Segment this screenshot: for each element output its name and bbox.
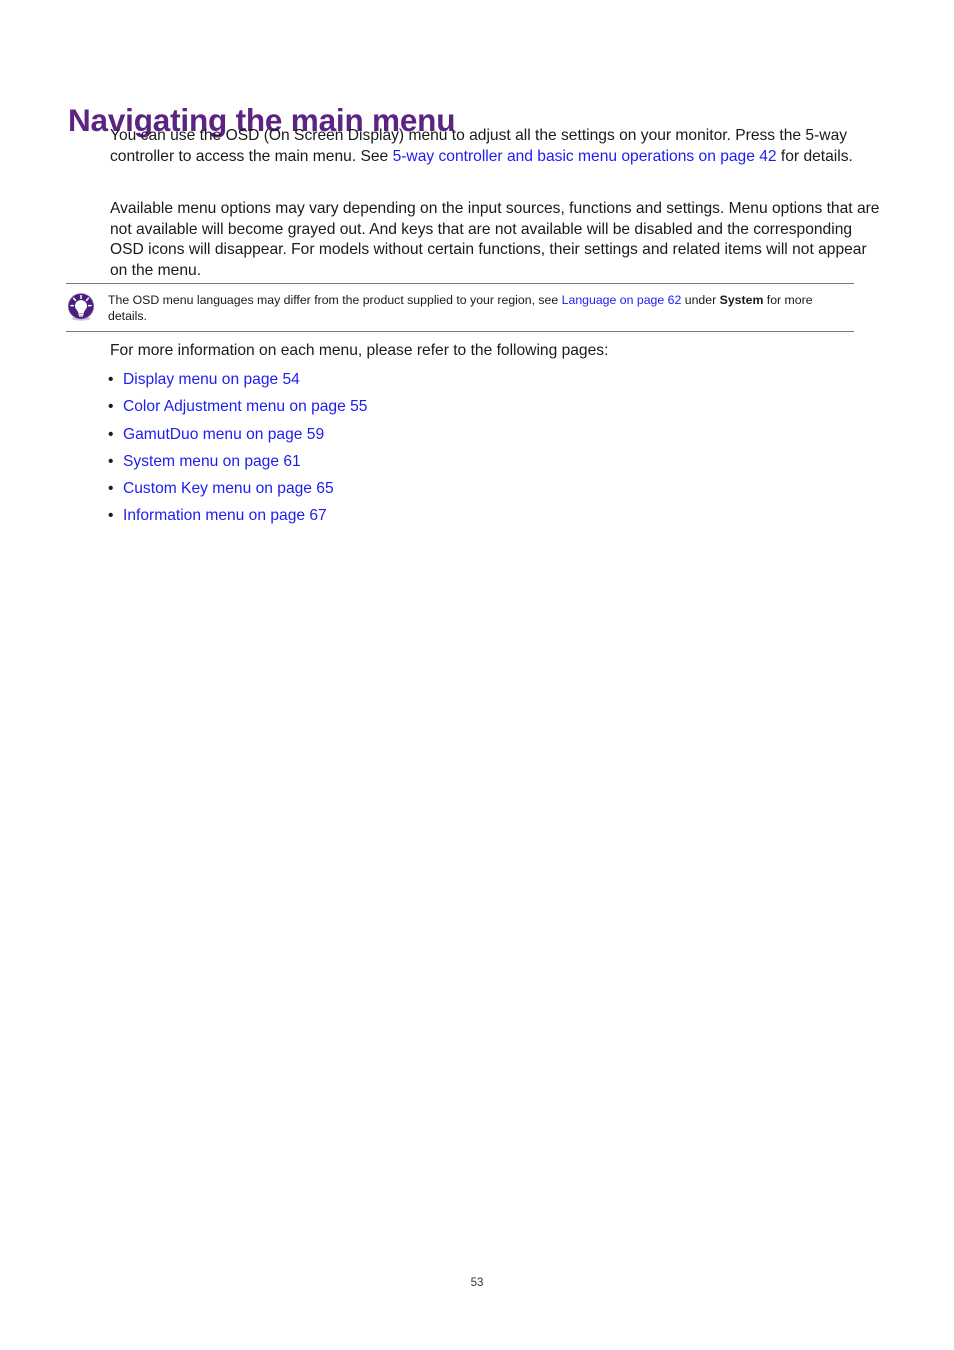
paragraph-intro-text-after: for details. (776, 147, 853, 165)
link-information-menu[interactable]: Information menu on page 67 (123, 507, 327, 524)
bullet-icon: • (108, 425, 114, 443)
list-item: • System menu on page 61 (108, 448, 367, 475)
bullet-icon: • (108, 398, 114, 416)
tip-content-row: The OSD menu languages may differ from t… (66, 284, 854, 331)
tip-text-before: The OSD menu languages may differ from t… (108, 293, 562, 307)
tip-text-middle: under (681, 293, 720, 307)
paragraph-availability: Available menu options may vary dependin… (110, 200, 880, 279)
list-item: • Color Adjustment menu on page 55 (108, 393, 367, 420)
list-lead-in-text: For more information on each menu, pleas… (110, 342, 609, 359)
tip-bold-term: System (719, 293, 764, 307)
list-item: • Custom Key menu on page 65 (108, 475, 367, 502)
list-item: • Information menu on page 67 (108, 502, 367, 529)
bullet-icon: • (108, 371, 114, 388)
menu-reference-list: • Display menu on page 54 • Color Adjustme… (108, 366, 367, 530)
bullet-icon: • (108, 507, 114, 525)
document-page: Navigating the main menu You can use the… (0, 0, 954, 1350)
link-gamutduo-menu[interactable]: GamutDuo menu on page 59 (123, 426, 324, 443)
paragraph-intro: You can use the OSD (On Screen Display) … (110, 126, 888, 167)
tip-note-box: The OSD menu languages may differ from t… (66, 283, 854, 333)
tip-text: The OSD menu languages may differ from t… (108, 291, 854, 324)
link-display-menu[interactable]: Display menu on page 54 (123, 371, 300, 388)
link-system-menu[interactable]: System menu on page 61 (123, 453, 301, 470)
tip-rule-bottom (66, 331, 854, 333)
bullet-icon: • (108, 480, 114, 498)
bullet-icon: • (108, 452, 114, 470)
link-5way-controller-operations[interactable]: 5-way controller and basic menu operatio… (393, 148, 777, 165)
link-color-adjustment-menu[interactable]: Color Adjustment menu on page 55 (123, 398, 367, 415)
list-item: • Display menu on page 54 (108, 366, 367, 393)
list-item: • GamutDuo menu on page 59 (108, 421, 367, 448)
link-custom-key-menu[interactable]: Custom Key menu on page 65 (123, 480, 334, 497)
lightbulb-tip-icon (66, 292, 96, 322)
link-language-page-62[interactable]: Language on page 62 (562, 293, 682, 307)
page-number: 53 (470, 1277, 484, 1289)
